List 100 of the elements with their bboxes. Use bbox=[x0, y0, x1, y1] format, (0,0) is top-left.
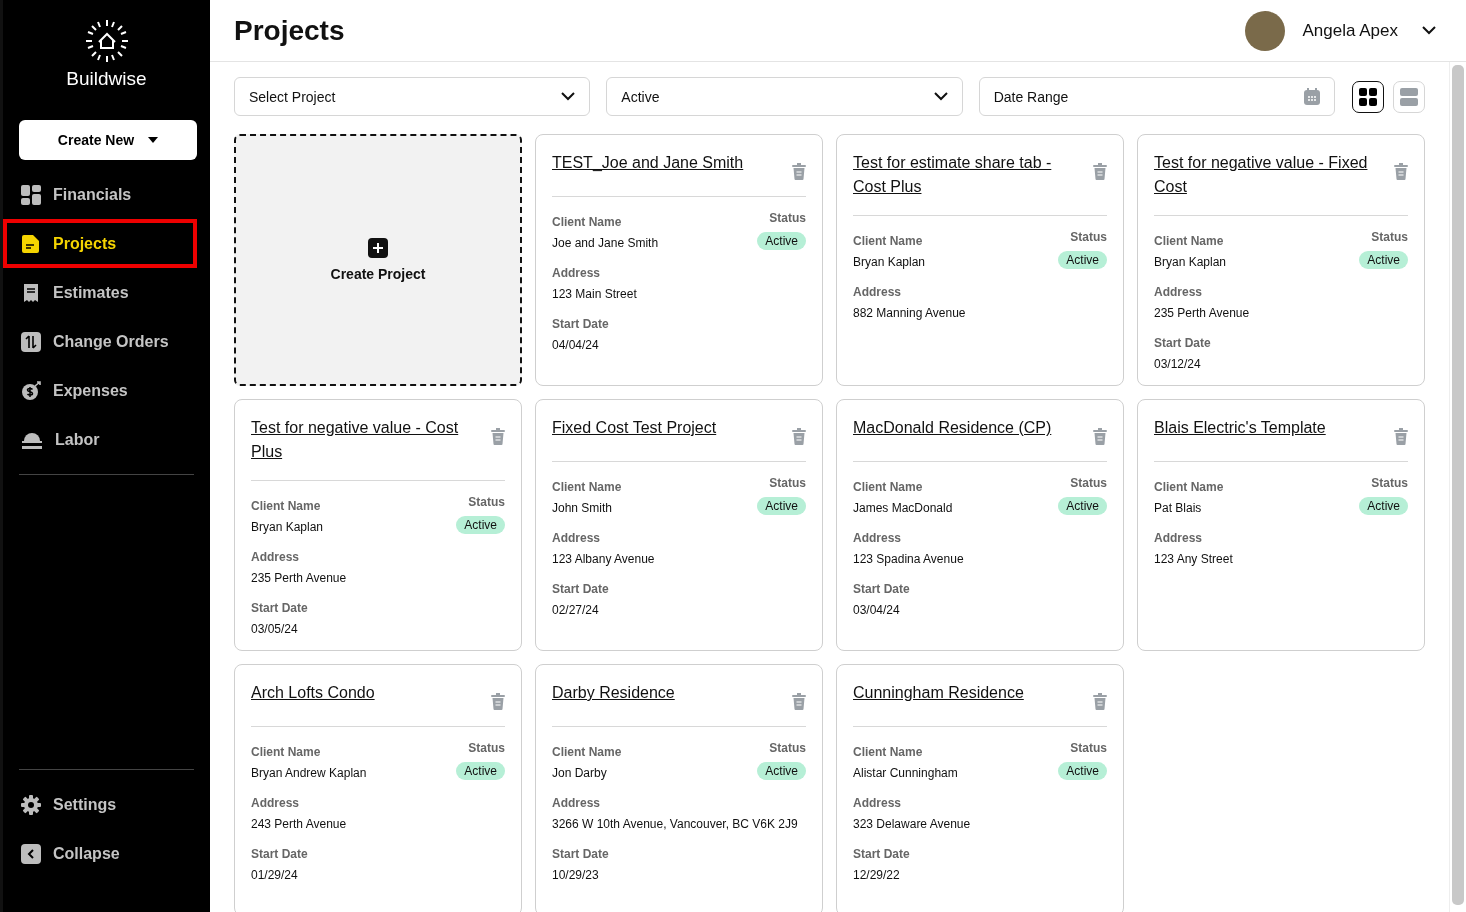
address-text: 235 Perth Avenue bbox=[1154, 306, 1251, 320]
status-pill: Active bbox=[1359, 497, 1408, 515]
start-date-text: 10/29/23 bbox=[552, 868, 600, 882]
receipt-icon bbox=[21, 282, 41, 303]
field-label: Address bbox=[552, 531, 602, 545]
trash-icon[interactable] bbox=[792, 428, 806, 445]
project-title-link[interactable]: TEST_Joe and Jane Smith bbox=[552, 151, 744, 175]
address-text: 123 Main Street bbox=[552, 287, 638, 301]
field-label: Status bbox=[468, 495, 505, 509]
grid-view-icon bbox=[1359, 87, 1377, 106]
trash-icon[interactable] bbox=[1093, 163, 1107, 180]
start-date-text: 03/04/24 bbox=[853, 603, 901, 617]
sidebar-item[interactable]: Settings bbox=[19, 780, 196, 829]
project-title-link[interactable]: Darby Residence bbox=[552, 681, 675, 705]
view-toggle-button[interactable] bbox=[1352, 80, 1384, 113]
field-label: Client Name bbox=[552, 745, 622, 759]
start-date-text: 04/04/24 bbox=[552, 338, 600, 352]
client-name: Bryan Kaplan bbox=[251, 520, 324, 534]
field-label: Start Date bbox=[552, 317, 610, 331]
client-name: Jon Darby bbox=[552, 766, 608, 780]
sidebar-item[interactable]: Projects bbox=[3, 219, 197, 268]
status-pill: Active bbox=[757, 232, 806, 250]
field-label: Address bbox=[552, 266, 602, 280]
sidebar-item[interactable]: Financials bbox=[19, 170, 196, 219]
trash-icon[interactable] bbox=[1394, 428, 1408, 445]
client-name: Alistar Cunningham bbox=[853, 766, 958, 780]
address-text: 323 Delaware Avenue bbox=[853, 817, 972, 831]
select-dropdown[interactable]: Select Project bbox=[234, 77, 591, 116]
trash-icon[interactable] bbox=[491, 693, 505, 710]
address-text: 123 Any Street bbox=[1154, 552, 1234, 566]
trash-icon[interactable] bbox=[792, 163, 806, 180]
start-date-text: 03/05/24 bbox=[251, 622, 299, 636]
field-label: Start Date bbox=[251, 847, 309, 861]
user-name[interactable]: Angela Apex bbox=[1302, 20, 1398, 41]
chevron-down-icon bbox=[561, 92, 576, 101]
trash-icon[interactable] bbox=[1093, 693, 1107, 710]
field-label: Status bbox=[769, 741, 806, 755]
trash-icon[interactable] bbox=[1394, 163, 1408, 180]
field-label: Status bbox=[1371, 230, 1408, 244]
sidebar-item[interactable]: Labor bbox=[19, 415, 196, 464]
sidebar-item[interactable]: Collapse bbox=[19, 829, 196, 878]
field-label: Status bbox=[468, 741, 505, 755]
field-label: Start Date bbox=[853, 847, 911, 861]
project-title-link[interactable]: Arch Lofts Condo bbox=[251, 681, 375, 705]
field-label: Status bbox=[769, 211, 806, 225]
status-pill: Active bbox=[757, 762, 806, 780]
project-title-link[interactable]: Blais Electric's Template bbox=[1154, 416, 1326, 440]
field-label: Address bbox=[853, 796, 903, 810]
chevron-down-icon[interactable] bbox=[1422, 26, 1436, 35]
field-label: Address bbox=[251, 796, 301, 810]
field-label: Client Name bbox=[1154, 480, 1224, 494]
field-label: Client Name bbox=[853, 745, 924, 759]
sidebar-item[interactable]: Change Orders bbox=[19, 317, 196, 366]
client-name: Bryan Kaplan bbox=[1154, 255, 1227, 269]
field-label: Start Date bbox=[1154, 336, 1212, 350]
sun-house-logo-icon bbox=[83, 18, 130, 64]
trash-icon[interactable] bbox=[1093, 428, 1107, 445]
trash-icon[interactable] bbox=[792, 693, 806, 710]
calendar-icon bbox=[1304, 88, 1320, 105]
client-name: John Smith bbox=[552, 501, 614, 515]
start-date-text: 03/12/24 bbox=[1154, 357, 1202, 371]
caret-down-icon bbox=[148, 137, 159, 143]
project-title-link[interactable]: Test for negative value - Cost Plus bbox=[251, 416, 467, 464]
select-dropdown[interactable]: Active bbox=[606, 77, 963, 116]
list-view-icon bbox=[1400, 87, 1418, 106]
status-pill: Active bbox=[1058, 251, 1107, 269]
create-new-button[interactable]: Create New bbox=[19, 120, 197, 160]
document-icon bbox=[21, 233, 41, 254]
field-label: Address bbox=[853, 285, 903, 299]
plus-icon[interactable] bbox=[368, 238, 388, 258]
create-project-label[interactable]: Create Project bbox=[330, 266, 426, 282]
field-label: Status bbox=[769, 476, 806, 490]
project-title-link[interactable]: Test for negative value - Fixed Cost bbox=[1154, 151, 1370, 199]
date-range-field[interactable]: Date Range bbox=[978, 77, 1335, 116]
project-title-link[interactable]: Test for estimate share tab - Cost Plus bbox=[853, 151, 1069, 199]
field-label: Client Name bbox=[552, 215, 623, 229]
project-title-link[interactable]: Fixed Cost Test Project bbox=[552, 416, 717, 440]
client-name: Pat Blais bbox=[1154, 501, 1203, 515]
address-text: 123 Albany Avenue bbox=[552, 552, 656, 566]
field-label: Address bbox=[1154, 531, 1204, 545]
address-text: 123 Spadina Avenue bbox=[853, 552, 965, 566]
sidebar-item[interactable]: Estimates bbox=[19, 268, 196, 317]
client-name: Bryan Andrew Kaplan bbox=[251, 766, 367, 780]
field-label: Address bbox=[552, 796, 602, 810]
avatar-photo-placeholder[interactable] bbox=[1244, 10, 1285, 51]
status-pill: Active bbox=[1058, 497, 1107, 515]
address-text: 3266 W 10th Avenue, Vancouver, BC V6K 2J9 bbox=[552, 817, 799, 831]
project-title-link[interactable]: MacDonald Residence (CP) bbox=[853, 416, 1052, 440]
field-label: Start Date bbox=[552, 847, 610, 861]
start-date-text: 12/29/22 bbox=[853, 868, 901, 882]
field-label: Client Name bbox=[251, 499, 322, 513]
field-label: Start Date bbox=[251, 601, 309, 615]
status-pill: Active bbox=[757, 497, 806, 515]
swap-arrows-icon bbox=[21, 331, 41, 352]
status-pill: Active bbox=[456, 516, 505, 534]
sidebar-item[interactable]: Expenses bbox=[19, 366, 196, 415]
project-title-link[interactable]: Cunningham Residence bbox=[853, 681, 1024, 705]
field-label: Start Date bbox=[552, 582, 610, 596]
field-label: Client Name bbox=[251, 745, 322, 759]
trash-icon[interactable] bbox=[491, 428, 505, 445]
